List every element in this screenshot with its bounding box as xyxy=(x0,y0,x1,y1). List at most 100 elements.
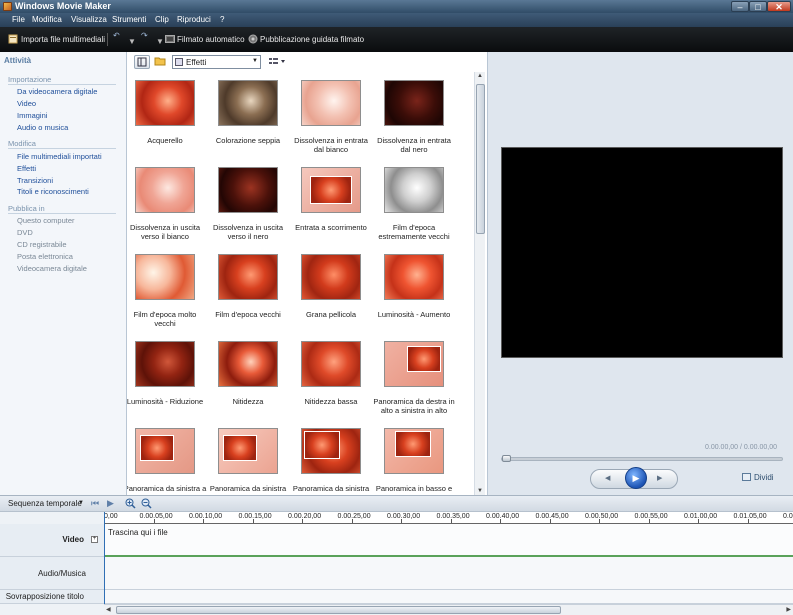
task-video[interactable]: Video xyxy=(17,99,36,108)
redo-icon[interactable]: ↷ xyxy=(141,31,148,40)
scroll-down-icon[interactable]: ▼ xyxy=(477,488,483,494)
task-dvd[interactable]: DVD xyxy=(17,228,33,237)
horizontal-scrollbar[interactable]: ◀ ▶ xyxy=(104,604,793,615)
effect-thumbnail xyxy=(384,341,444,387)
effect-tile[interactable]: Nitidezza bassa xyxy=(293,333,375,419)
effect-tile[interactable]: Dissolvenza in uscita verso il bianco xyxy=(127,159,209,245)
effect-thumbnail xyxy=(301,167,361,213)
menu-file[interactable]: File xyxy=(12,15,25,24)
seek-bar[interactable] xyxy=(501,457,783,461)
import-media-button[interactable]: Importa file multimediali xyxy=(21,35,105,44)
menu-visualizza[interactable]: Visualizza xyxy=(71,15,107,24)
task-transitions[interactable]: Transizioni xyxy=(17,176,53,185)
effect-tile[interactable]: Dissolvenza in entrata dal nero xyxy=(376,72,458,158)
effect-tile[interactable]: Nitidezza xyxy=(210,333,292,419)
minimize-button[interactable]: – xyxy=(731,1,749,12)
effects-grid: Acquerello Colorazione seppia Dissolvenza … xyxy=(127,72,473,495)
scroll-up-icon[interactable]: ▲ xyxy=(477,73,483,79)
menu-modifica[interactable]: Modifica xyxy=(32,15,62,24)
undo-dropdown-icon[interactable]: ▼ xyxy=(128,37,136,46)
scroll-thumb[interactable] xyxy=(116,606,561,614)
effect-tile[interactable]: Panoramica da sinistra xyxy=(210,420,292,495)
undo-icon[interactable]: ↶ xyxy=(113,31,120,40)
task-imported-media[interactable]: File multimediali importati xyxy=(17,152,102,161)
effect-tile[interactable]: Panoramica in basso e xyxy=(376,420,458,495)
effect-thumbnail xyxy=(218,254,278,300)
menu-strumenti[interactable]: Strumenti xyxy=(112,15,146,24)
zoom-out-icon[interactable] xyxy=(141,498,152,511)
task-digital-camera[interactable]: Videocamera digitale xyxy=(17,264,87,273)
collection-select-value: Effetti xyxy=(186,58,207,67)
next-frame-button[interactable]: ▶ xyxy=(657,474,662,482)
chevron-down-icon[interactable]: ▼ xyxy=(78,500,84,506)
preview-screen xyxy=(501,147,783,358)
effects-collection-icon xyxy=(175,58,183,66)
play-timeline-icon[interactable]: ▶ xyxy=(107,498,114,509)
vertical-scrollbar[interactable]: ▲ ▼ xyxy=(474,72,485,495)
rewind-timeline-icon[interactable]: ⏮ xyxy=(91,498,99,509)
effect-thumbnail xyxy=(301,428,361,474)
import-icon xyxy=(8,34,18,44)
view-options-button[interactable] xyxy=(267,55,287,69)
auto-movie-button[interactable]: Filmato automatico xyxy=(177,35,245,44)
task-from-camera[interactable]: Da videocamera digitale xyxy=(17,87,97,96)
section-heading-edit: Modifica xyxy=(8,139,36,148)
title-bar: Windows Movie Maker – □ ✕ xyxy=(0,0,793,13)
scroll-right-icon[interactable]: ▶ xyxy=(786,606,791,613)
effect-label: Panoramica da sinistra xyxy=(292,484,370,493)
task-titles-credits[interactable]: Titoli e riconoscimenti xyxy=(17,187,89,196)
scroll-left-icon[interactable]: ◀ xyxy=(106,606,111,613)
timeline-view-select[interactable]: Sequenza temporale xyxy=(8,499,82,508)
effect-tile[interactable]: Panoramica da destra in alto a sinistra … xyxy=(373,333,458,419)
task-images[interactable]: Immagini xyxy=(17,111,47,120)
effect-tile[interactable]: Film d'epoca estremamente vecchi xyxy=(376,159,458,245)
audio-track[interactable] xyxy=(104,557,793,590)
task-this-computer[interactable]: Questo computer xyxy=(17,216,75,225)
effect-tile[interactable]: Acquerello xyxy=(127,72,209,158)
collection-select[interactable]: Effetti ▼ xyxy=(172,55,261,69)
title-overlay-track[interactable] xyxy=(104,590,793,604)
ruler-tick xyxy=(401,519,402,523)
previous-frame-button[interactable]: ◀ xyxy=(605,474,610,482)
time-ruler[interactable]: 0,00 0.00.05,00 0.00.10,00 0.00.15,00 0.00.2… xyxy=(104,512,793,524)
effect-thumbnail xyxy=(135,80,195,126)
effect-tile[interactable]: Film d'epoca molto vecchi xyxy=(127,246,209,332)
effect-tile[interactable]: Dissolvenza in uscita verso il nero xyxy=(210,159,292,245)
ruler-tick-label: 0.00.35,00 xyxy=(436,513,470,520)
effect-label: Entrata a scorrimento xyxy=(295,223,367,232)
toggle-panel-button[interactable] xyxy=(134,55,150,69)
task-effects[interactable]: Effetti xyxy=(17,164,36,173)
menu-riproduci[interactable]: Riproduci xyxy=(177,15,211,24)
task-recordable-cd[interactable]: CD registrabile xyxy=(17,240,67,249)
panel-icon xyxy=(137,57,147,67)
effect-tile[interactable]: Colorazione seppia xyxy=(210,72,292,158)
effect-tile[interactable]: Dissolvenza in entrata dal bianco xyxy=(293,72,375,158)
effect-tile[interactable]: Panoramica da sinistra a xyxy=(127,420,209,495)
effect-tile[interactable]: Entrata a scorrimento xyxy=(293,159,375,245)
maximize-button[interactable]: □ xyxy=(749,1,767,12)
scroll-thumb[interactable] xyxy=(476,84,485,234)
task-email[interactable]: Posta elettronica xyxy=(17,252,73,261)
effect-tile[interactable]: Luminosità - Riduzione xyxy=(127,333,209,419)
pan-frame-inset xyxy=(407,346,441,372)
playhead[interactable] xyxy=(104,512,105,611)
effect-tile[interactable]: Grana pellicola xyxy=(293,246,375,332)
play-button[interactable]: ▶ xyxy=(625,467,647,489)
task-audio[interactable]: Audio o musica xyxy=(17,123,68,132)
ruler-tick-label: 0.00.55,00 xyxy=(634,513,668,520)
split-button[interactable]: Dividi xyxy=(742,473,774,482)
expand-track-icon[interactable]: + xyxy=(91,536,98,543)
publish-movie-button[interactable]: Pubblicazione guidata filmato xyxy=(260,35,364,44)
zoom-in-icon[interactable] xyxy=(125,498,136,511)
close-button[interactable]: ✕ xyxy=(767,1,791,12)
folder-up-button[interactable] xyxy=(153,55,169,69)
redo-dropdown-icon[interactable]: ▼ xyxy=(156,37,164,46)
effect-tile[interactable]: Film d'epoca vecchi xyxy=(210,246,292,332)
menu-clip[interactable]: Clip xyxy=(155,15,169,24)
menu-help[interactable]: ? xyxy=(220,15,224,24)
video-track[interactable]: Trascina qui i file xyxy=(104,524,793,557)
effect-tile[interactable]: Panoramica da sinistra xyxy=(293,420,375,495)
seek-slider-knob[interactable] xyxy=(502,455,511,462)
ruler-tick xyxy=(747,519,749,523)
effect-tile[interactable]: Luminosità - Aumento xyxy=(376,246,458,332)
